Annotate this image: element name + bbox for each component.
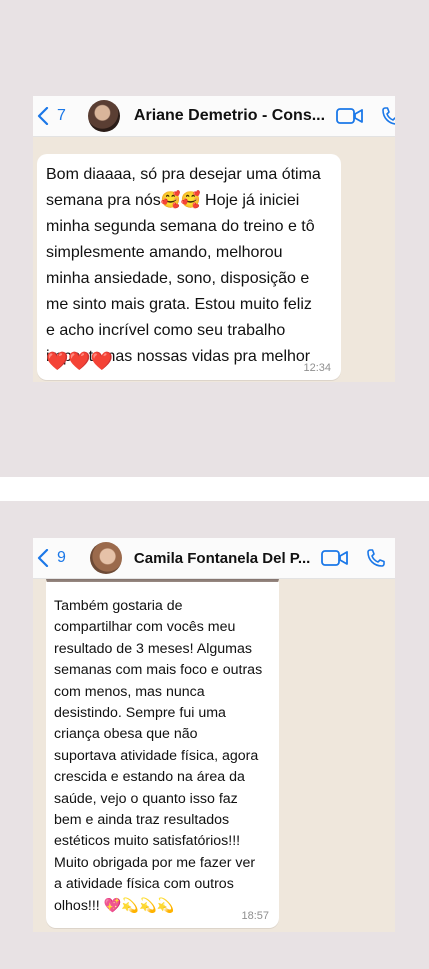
avatar[interactable] bbox=[89, 542, 122, 574]
back-button[interactable]: 7 bbox=[37, 107, 66, 125]
contact-name[interactable]: Camila Fontanela Del P... bbox=[134, 550, 310, 567]
message-hearts: ❤️❤️❤️ bbox=[46, 351, 114, 371]
phone-icon bbox=[367, 549, 386, 567]
unread-count: 9 bbox=[57, 549, 66, 566]
video-call-button[interactable] bbox=[321, 549, 349, 567]
contact-name[interactable]: Ariane Demetrio - Cons... bbox=[134, 107, 325, 125]
chat-screenshot-2: Também gostaria de compartilhar com você… bbox=[33, 538, 395, 932]
video-call-icon bbox=[321, 550, 349, 566]
phone-call-button[interactable] bbox=[366, 548, 386, 568]
video-call-icon bbox=[336, 108, 363, 124]
phone-call-button[interactable] bbox=[381, 106, 395, 126]
avatar[interactable] bbox=[87, 100, 120, 132]
section-divider bbox=[0, 477, 429, 501]
message-bubble[interactable]: Bom diaaaa, só pra desejar uma ótima sem… bbox=[37, 154, 341, 380]
back-button[interactable]: 9 bbox=[37, 549, 66, 567]
message-timestamp: 18:57 bbox=[241, 910, 269, 922]
chat-header: 9 Camila Fontanela Del P... bbox=[33, 538, 395, 579]
video-call-button[interactable] bbox=[336, 107, 364, 125]
chevron-left-icon bbox=[37, 107, 49, 125]
phone-icon bbox=[382, 107, 395, 125]
message-text: Bom diaaaa, só pra desejar uma ótima sem… bbox=[46, 166, 321, 365]
message-bubble[interactable]: Também gostaria de compartilhar com você… bbox=[46, 582, 279, 928]
hearts-emoji: ❤️❤️❤️ bbox=[46, 352, 113, 370]
chevron-left-icon bbox=[37, 549, 49, 567]
chat-header: 7 Ariane Demetrio - Cons... bbox=[33, 96, 395, 137]
chat-screenshot-1: 7 Ariane Demetrio - Cons... Bom diaaaa, … bbox=[33, 96, 395, 382]
unread-count: 7 bbox=[57, 107, 66, 124]
message-timestamp: 12:34 bbox=[303, 362, 331, 374]
message-text: Também gostaria de compartilhar com você… bbox=[54, 598, 263, 914]
